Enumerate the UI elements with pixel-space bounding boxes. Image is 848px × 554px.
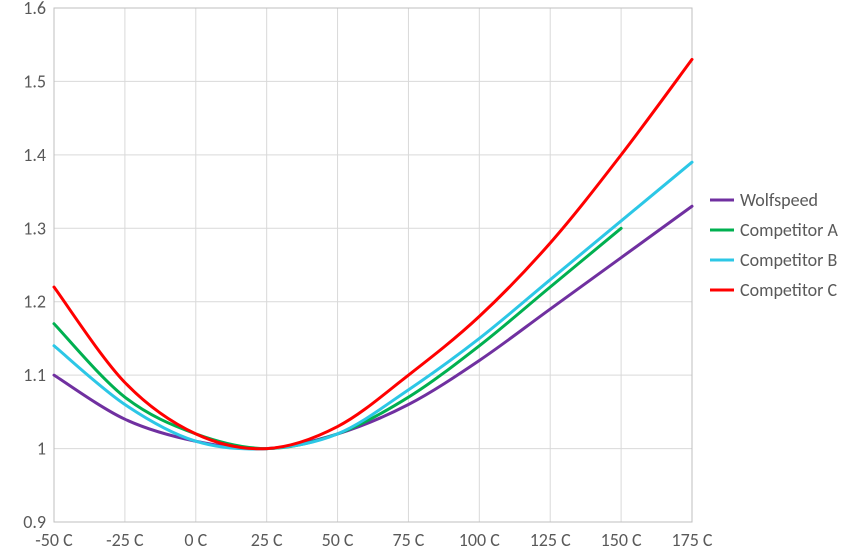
y-tick-label: 1.2 <box>23 291 46 313</box>
y-tick-label: 1.1 <box>23 364 46 386</box>
legend-label: Competitor A <box>740 219 839 241</box>
legend-label: Competitor C <box>740 279 838 301</box>
plot-border <box>54 8 692 522</box>
x-tick-label: 25 C <box>251 529 283 551</box>
legend-label: Wolfspeed <box>740 189 818 211</box>
chart-container: 0.911.11.21.31.41.51.6-50 C-25 C0 C25 C5… <box>0 0 848 554</box>
y-tick-label: 1.4 <box>23 144 46 166</box>
x-tick-label: 50 C <box>322 529 354 551</box>
series-line <box>54 59 692 448</box>
x-tick-label: 150 C <box>601 529 642 551</box>
x-tick-label: 175 C <box>671 529 712 551</box>
line-chart: 0.911.11.21.31.41.51.6-50 C-25 C0 C25 C5… <box>0 0 848 554</box>
x-tick-label: -50 C <box>35 529 73 551</box>
y-tick-label: 1.6 <box>23 0 46 19</box>
y-tick-label: 1.3 <box>23 217 46 239</box>
x-tick-label: 75 C <box>392 529 424 551</box>
legend-label: Competitor B <box>740 249 838 271</box>
x-tick-label: -25 C <box>106 529 144 551</box>
x-tick-label: 125 C <box>530 529 571 551</box>
legend: Wolfspeed Competitor A Competitor B Competi… <box>710 189 839 301</box>
y-tick-label: 1.5 <box>23 70 46 92</box>
x-tick-label: 0 C <box>184 529 207 551</box>
y-tick-label: 1 <box>37 438 46 460</box>
x-tick-label: 100 C <box>459 529 500 551</box>
